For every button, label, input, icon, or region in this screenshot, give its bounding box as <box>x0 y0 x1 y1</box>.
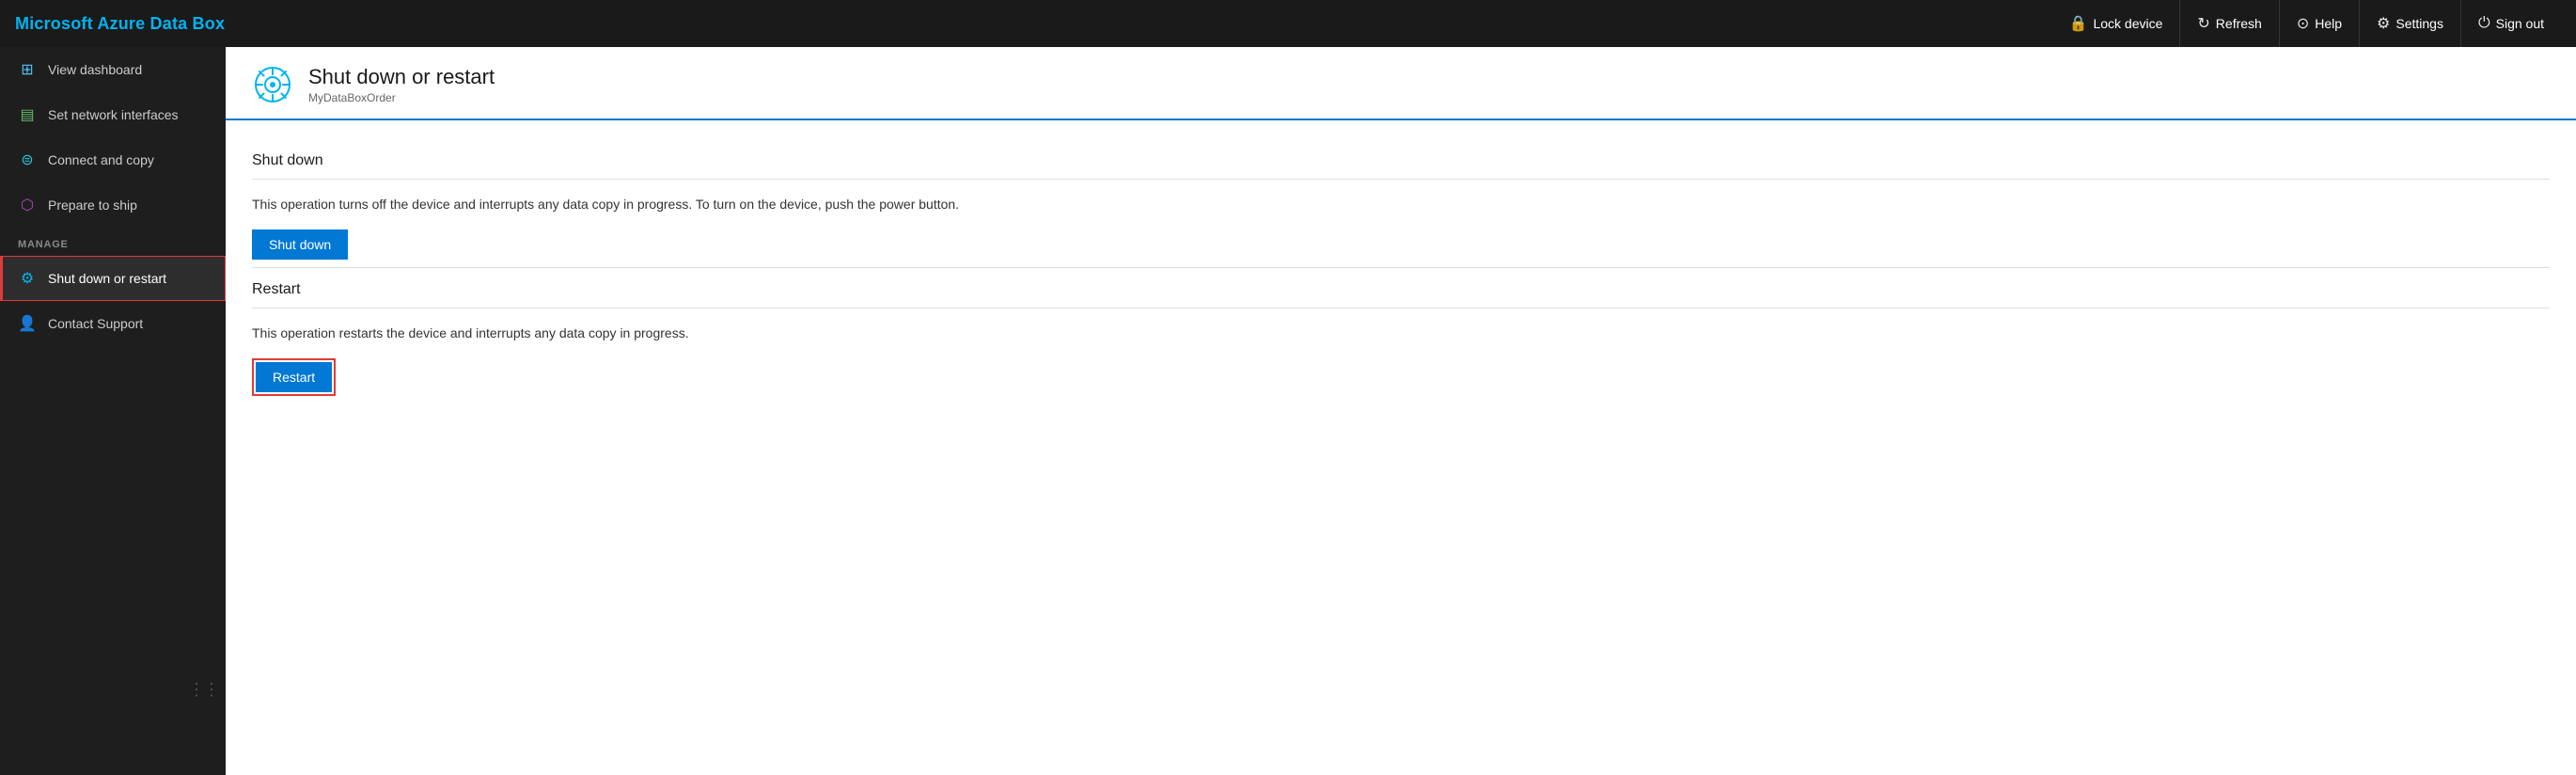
app-title: Microsoft Azure Data Box <box>15 14 225 34</box>
page-content: Shut down This operation turns off the d… <box>226 120 2576 415</box>
layout: ⊞ View dashboard ▤ Set network interface… <box>0 47 2576 775</box>
topnav-actions: 🔒 Lock device ↻ Refresh ⊙ Help ⚙ Setting… <box>2052 0 2561 47</box>
sidebar: ⊞ View dashboard ▤ Set network interface… <box>0 47 226 775</box>
shutdown-button[interactable]: Shut down <box>252 229 348 260</box>
sidebar-item-ship[interactable]: ⬡ Prepare to ship <box>0 182 226 228</box>
page-header: Shut down or restart MyDataBoxOrder <box>226 47 2576 120</box>
signout-icon: ⏻ <box>2478 15 2490 32</box>
page-title: Shut down or restart <box>308 65 495 89</box>
page-header-icon <box>252 64 293 105</box>
copy-icon: ⊜ <box>18 150 37 169</box>
sidebar-item-shutdown[interactable]: ⚙ Shut down or restart <box>0 256 226 301</box>
restart-description: This operation restarts the device and i… <box>252 324 2550 343</box>
shutdown-section: Shut down This operation turns off the d… <box>252 139 2550 260</box>
lock-device-button[interactable]: 🔒 Lock device <box>2052 0 2180 47</box>
lock-icon: 🔒 <box>2069 14 2088 33</box>
shutdown-section-title: Shut down <box>252 139 2550 180</box>
main-content: Shut down or restart MyDataBoxOrder Shut… <box>226 47 2576 775</box>
signout-button[interactable]: ⏻ Sign out <box>2460 0 2561 47</box>
restart-button[interactable]: Restart <box>256 362 332 392</box>
page-header-text: Shut down or restart MyDataBoxOrder <box>308 65 495 104</box>
help-icon: ⊙ <box>2297 14 2309 33</box>
restart-button-wrapper: Restart <box>252 358 336 396</box>
sidebar-item-dashboard[interactable]: ⊞ View dashboard <box>0 47 226 92</box>
settings-button[interactable]: ⚙ Settings <box>2359 0 2460 47</box>
sidebar-item-network[interactable]: ▤ Set network interfaces <box>0 92 226 137</box>
help-button[interactable]: ⊙ Help <box>2279 0 2359 47</box>
topnav: Microsoft Azure Data Box 🔒 Lock device ↻… <box>0 0 2576 47</box>
gear-icon: ⚙ <box>18 269 37 288</box>
sidebar-item-support[interactable]: 👤 Contact Support <box>0 301 226 346</box>
settings-icon: ⚙ <box>2377 14 2390 33</box>
sidebar-item-copy[interactable]: ⊜ Connect and copy <box>0 137 226 182</box>
refresh-icon: ↻ <box>2197 14 2209 33</box>
support-icon: 👤 <box>18 314 37 333</box>
ship-icon: ⬡ <box>18 196 37 214</box>
restart-section-title: Restart <box>252 268 2550 308</box>
dashboard-icon: ⊞ <box>18 60 37 79</box>
resize-handle[interactable]: ⋮⋮ <box>188 680 218 700</box>
page-subtitle: MyDataBoxOrder <box>308 91 495 104</box>
refresh-button[interactable]: ↻ Refresh <box>2179 0 2278 47</box>
network-icon: ▤ <box>18 105 37 124</box>
manage-section-label: MANAGE <box>0 228 226 256</box>
restart-section: Restart This operation restarts the devi… <box>252 268 2550 396</box>
shutdown-description: This operation turns off the device and … <box>252 195 2550 214</box>
